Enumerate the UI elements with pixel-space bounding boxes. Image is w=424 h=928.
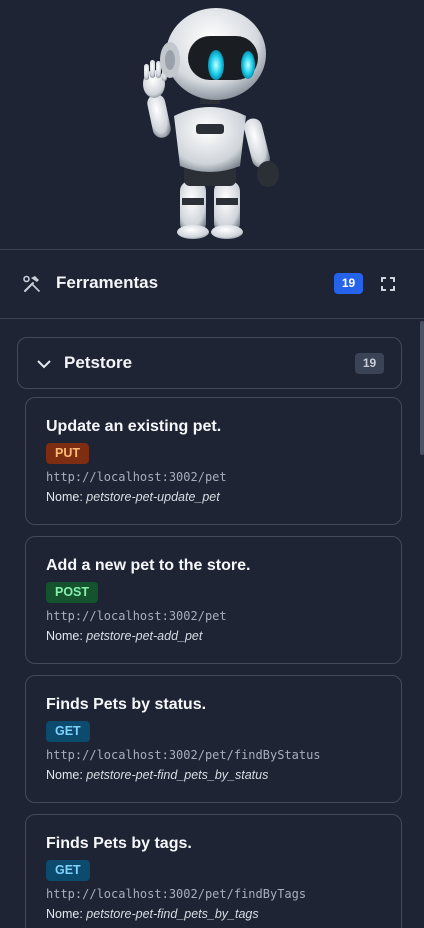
group-count-badge: 19: [355, 353, 384, 374]
tool-url: http://localhost:3002/pet: [46, 470, 227, 484]
tools-list[interactable]: Petstore 19 Update an existing pet. PUT …: [0, 319, 424, 928]
tool-card[interactable]: Update an existing pet. PUT http://local…: [25, 397, 402, 525]
chevron-down-icon[interactable]: [36, 356, 52, 372]
tool-card[interactable]: Finds Pets by status. GET http://localho…: [25, 675, 402, 803]
tool-title: Add a new pet to the store.: [46, 557, 251, 574]
tool-name: Nome: petstore-pet-update_pet: [46, 490, 220, 504]
method-badge: PUT: [46, 443, 89, 464]
tool-name: Nome: petstore-pet-add_pet: [46, 629, 202, 643]
tool-title: Update an existing pet.: [46, 418, 222, 435]
tool-name-label: Nome:: [46, 490, 87, 504]
tool-name-value: petstore-pet-find_pets_by_tags: [86, 907, 259, 921]
tool-title: Finds Pets by tags.: [46, 835, 192, 852]
tool-name-label: Nome:: [46, 768, 87, 782]
tool-card[interactable]: Finds Pets by tags. GET http://localhost…: [25, 814, 402, 928]
tools-count-badge: 19: [334, 273, 363, 294]
group-petstore[interactable]: Petstore 19: [17, 337, 402, 389]
robot-mascot-illustration: [143, 8, 279, 239]
tool-name-value: petstore-pet-update_pet: [86, 490, 220, 504]
tool-name-value: petstore-pet-find_pets_by_status: [86, 768, 269, 782]
tools-title: Ferramentas: [56, 273, 159, 292]
tool-name-label: Nome:: [46, 629, 87, 643]
tool-url: http://localhost:3002/pet: [46, 609, 227, 623]
method-badge: POST: [46, 582, 99, 603]
tool-card[interactable]: Add a new pet to the store. POST http://…: [25, 536, 402, 664]
group-name: Petstore: [64, 353, 133, 372]
tools-header: Ferramentas 19: [0, 250, 424, 318]
tool-name-label: Nome:: [46, 907, 87, 921]
scrollbar[interactable]: [420, 321, 424, 455]
method-badge: GET: [46, 860, 90, 881]
hero-banner: [0, 0, 424, 249]
hammer-wrench-icon: [23, 275, 40, 292]
tool-url: http://localhost:3002/pet/findByTags: [46, 887, 307, 901]
tool-name: Nome: petstore-pet-find_pets_by_tags: [46, 907, 259, 921]
tool-url: http://localhost:3002/pet/findByStatus: [46, 748, 321, 762]
expand-icon[interactable]: [379, 275, 397, 293]
tool-name: Nome: petstore-pet-find_pets_by_status: [46, 768, 268, 782]
method-badge: GET: [46, 721, 90, 742]
tool-title: Finds Pets by status.: [46, 696, 207, 713]
tool-name-value: petstore-pet-add_pet: [86, 629, 203, 643]
